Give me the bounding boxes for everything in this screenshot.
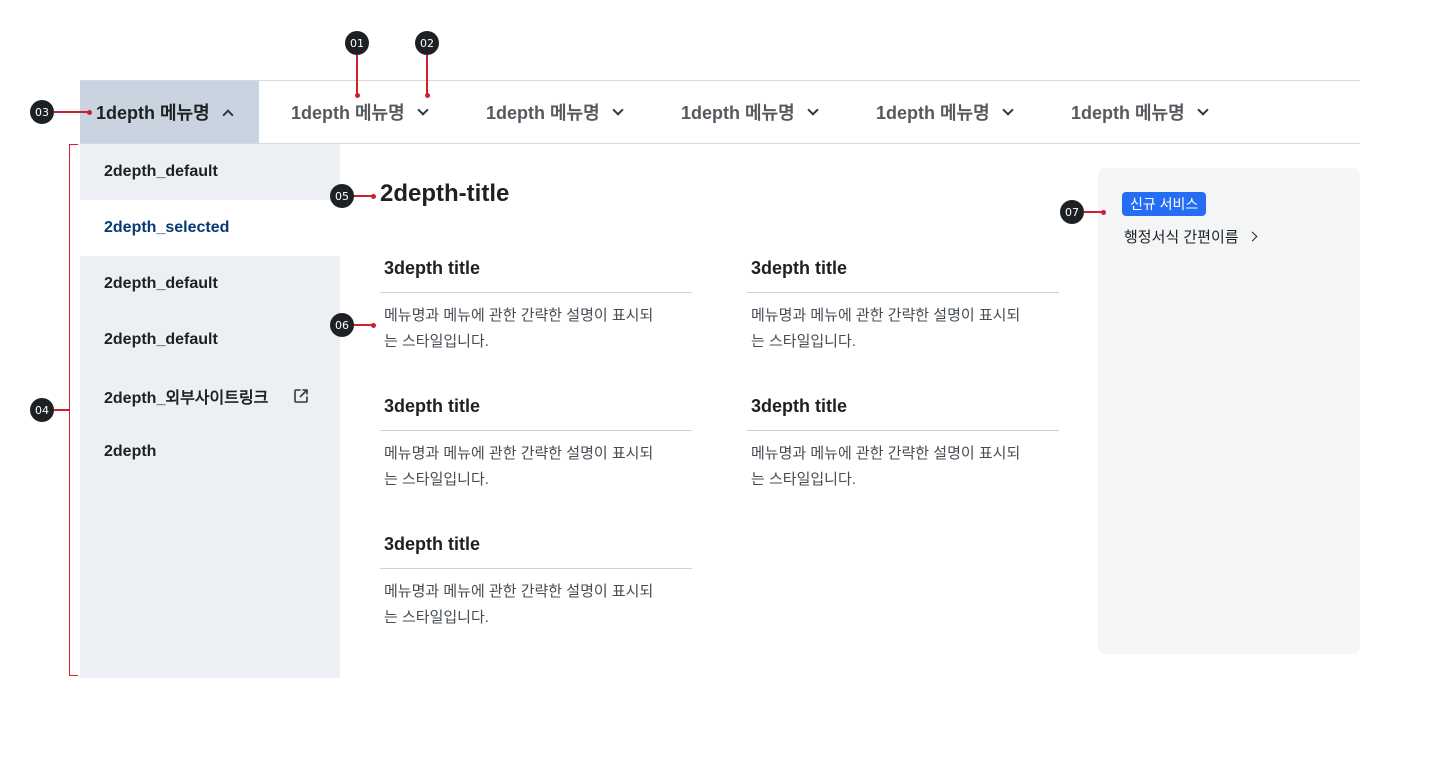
card-description-line: 는 스타일입니다. (751, 471, 856, 488)
gnb-item-label: 1depth 메뉴명 (1071, 103, 1185, 123)
card-description-line: 는 스타일입니다. (384, 333, 489, 350)
side-item-default[interactable]: 2depth (80, 424, 340, 480)
menu-card[interactable]: 3depth title 메뉴명과 메뉴에 관한 간략한 설명이 표시되 는 스… (747, 394, 1059, 493)
annotation-dot (355, 93, 360, 98)
annotation-bracket (69, 144, 78, 676)
gnb-item-3[interactable]: 1depth 메뉴명 (486, 81, 624, 143)
annotation-dot (1101, 210, 1106, 215)
menu-card[interactable]: 3depth title 메뉴명과 메뉴에 관한 간략한 설명이 표시되 는 스… (380, 394, 692, 493)
new-service-badge: 신규 서비스 (1122, 192, 1207, 216)
card-description-line: 는 스타일입니다. (751, 333, 856, 350)
card-title: 3depth title (747, 394, 1059, 431)
annotation-marker-01: 01 (345, 31, 369, 55)
chevron-up-icon (222, 108, 234, 121)
gnb-bar: 1depth 메뉴명 1depth 메뉴명 1depth 메뉴명 1depth … (80, 80, 1360, 144)
annotation-marker-04: 04 (30, 398, 54, 422)
side-item-default[interactable]: 2depth_default (80, 256, 340, 312)
side-menu: 2depth_default 2depth_selected 2depth_de… (80, 144, 340, 678)
annotation-dot (87, 110, 92, 115)
card-title: 3depth title (380, 394, 692, 431)
gnb-item-label: 1depth 메뉴명 (486, 103, 600, 123)
annotation-line (426, 55, 428, 95)
gnb-item-5[interactable]: 1depth 메뉴명 (876, 81, 1014, 143)
side-item-default[interactable]: 2depth_default (80, 144, 340, 200)
annotation-line (54, 111, 88, 113)
side-item-label: 2depth_default (104, 163, 218, 180)
side-item-selected[interactable]: 2depth_selected (80, 200, 340, 256)
card-description: 메뉴명과 메뉴에 관한 간략한 설명이 표시되 는 스타일입니다. (380, 431, 692, 493)
annotation-line (354, 195, 372, 197)
gnb-item-2[interactable]: 1depth 메뉴명 (291, 81, 429, 143)
annotation-line (54, 409, 69, 411)
annotation-dot (371, 194, 376, 199)
gnb-item-4[interactable]: 1depth 메뉴명 (681, 81, 819, 143)
chevron-down-icon (1002, 103, 1014, 116)
card-description-line: 는 스타일입니다. (384, 471, 489, 488)
card-description: 메뉴명과 메뉴에 관한 간략한 설명이 표시되 는 스타일입니다. (747, 293, 1059, 355)
side-item-label: 2depth_default (104, 275, 218, 292)
annotation-marker-06: 06 (330, 313, 354, 337)
card-description-line: 메뉴명과 메뉴에 관한 간략한 설명이 표시되 (384, 583, 654, 600)
annotation-marker-03: 03 (30, 100, 54, 124)
chevron-down-icon (417, 103, 429, 116)
gnb-item-label: 1depth 메뉴명 (681, 103, 795, 123)
chevron-down-icon (1197, 103, 1209, 116)
card-description-line: 메뉴명과 메뉴에 관한 간략한 설명이 표시되 (751, 307, 1021, 324)
card-title: 3depth title (747, 256, 1059, 293)
card-description-line: 메뉴명과 메뉴에 관한 간략한 설명이 표시되 (384, 445, 654, 462)
gnb-item-6[interactable]: 1depth 메뉴명 (1071, 81, 1209, 143)
gnb-item-label: 1depth 메뉴명 (291, 103, 405, 123)
side-item-label: 2depth_default (104, 331, 218, 348)
card-description-line: 는 스타일입니다. (384, 609, 489, 626)
external-link-icon (294, 389, 309, 403)
chevron-down-icon (612, 103, 624, 116)
gnb-item-label: 1depth 메뉴명 (96, 103, 210, 123)
annotation-dot (371, 323, 376, 328)
chevron-down-icon (807, 103, 819, 116)
card-description-line: 메뉴명과 메뉴에 관한 간략한 설명이 표시되 (751, 445, 1021, 462)
card-description-line: 메뉴명과 메뉴에 관한 간략한 설명이 표시되 (384, 307, 654, 324)
chevron-right-icon (1247, 231, 1258, 242)
side-item-external-link[interactable]: 2depth_외부사이트링크 (80, 368, 340, 424)
gnb-item-label: 1depth 메뉴명 (876, 103, 990, 123)
service-banner: 신규 서비스 행정서식 간편이름 (1098, 168, 1360, 654)
annotation-line (354, 324, 372, 326)
menu-card[interactable]: 3depth title 메뉴명과 메뉴에 관한 간략한 설명이 표시되 는 스… (747, 256, 1059, 355)
side-item-default[interactable]: 2depth_default (80, 312, 340, 368)
side-item-label: 2depth_selected (104, 219, 230, 236)
annotation-marker-02: 02 (415, 31, 439, 55)
annotation-marker-05: 05 (330, 184, 354, 208)
card-title: 3depth title (380, 256, 692, 293)
gnb-item-1[interactable]: 1depth 메뉴명 (80, 81, 259, 143)
banner-link-label: 행정서식 간편이름 (1124, 229, 1239, 246)
card-title: 3depth title (380, 532, 692, 569)
side-item-label: 2depth_외부사이트링크 (104, 390, 269, 407)
menu-card[interactable]: 3depth title 메뉴명과 메뉴에 관한 간략한 설명이 표시되 는 스… (380, 532, 692, 631)
annotation-line (1084, 211, 1102, 213)
page-title: 2depth-title (380, 180, 510, 207)
banner-link[interactable]: 행정서식 간편이름 (1124, 226, 1258, 247)
card-description: 메뉴명과 메뉴에 관한 간략한 설명이 표시되 는 스타일입니다. (747, 431, 1059, 493)
card-description: 메뉴명과 메뉴에 관한 간략한 설명이 표시되 는 스타일입니다. (380, 569, 692, 631)
annotation-marker-07: 07 (1060, 200, 1084, 224)
annotation-dot (425, 93, 430, 98)
card-description: 메뉴명과 메뉴에 관한 간략한 설명이 표시되 는 스타일입니다. (380, 293, 692, 355)
menu-card[interactable]: 3depth title 메뉴명과 메뉴에 관한 간략한 설명이 표시되 는 스… (380, 256, 692, 355)
annotation-line (356, 55, 358, 95)
side-item-label: 2depth (104, 443, 157, 460)
